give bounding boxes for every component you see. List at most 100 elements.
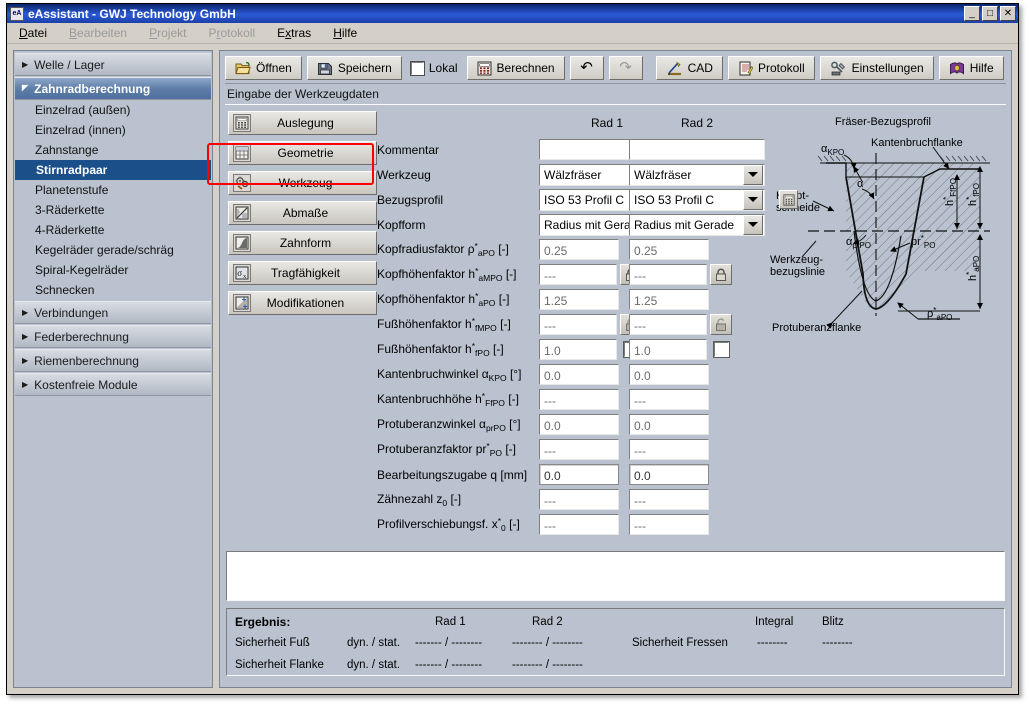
sidebar-item-7[interactable]: Kegelräder gerade/schräg (14, 240, 212, 260)
tab-abma-e[interactable]: Abmaße (228, 201, 377, 225)
input-profilverschiebungsfaktor-1[interactable]: --- (539, 514, 619, 535)
svg-text:σ: σ (237, 268, 242, 278)
sidebar-item-4[interactable]: Planetenstufe (14, 180, 212, 200)
menu-item-extras[interactable]: Extras (275, 24, 313, 42)
menu-item-datei[interactable]: Datei (17, 24, 49, 42)
sidebar-item-6[interactable]: 4-Räderkette (14, 220, 212, 240)
input-kommentar-2[interactable] (629, 139, 765, 160)
combo-kopfform-2[interactable]: Radius mit Gerade (629, 214, 765, 236)
close-button[interactable]: ✕ (1000, 6, 1016, 21)
protocol-button[interactable]: Protokoll (728, 56, 815, 80)
input-fusshoehenfaktor-fpo-1[interactable]: 1.0 (539, 339, 617, 360)
input-kantenbruchwinkel-2[interactable]: 0.0 (629, 364, 709, 385)
bezugsprofil-calculator-button[interactable] (779, 190, 798, 209)
tab-tragf-higkeit[interactable]: σxTragfähigkeit (228, 261, 377, 285)
menu-item-projekt[interactable]: Projekt (147, 24, 188, 42)
input-kopfradiusfaktor-2[interactable]: 0.25 (629, 239, 709, 260)
field-group-kantenbruchhoehe-1: --- (539, 389, 619, 410)
save-button[interactable]: Speichern (307, 56, 402, 80)
input-fusshoehenfaktor-fpo-2[interactable]: 1.0 (629, 339, 707, 360)
cad-button[interactable]: CAD (656, 56, 723, 80)
input-kopfhoehenfaktor-apo-1[interactable]: 1.25 (539, 289, 619, 310)
tab-auslegung[interactable]: Auslegung (228, 111, 377, 135)
sidebar-group-4[interactable]: ▶Riemenberechnung (15, 349, 211, 372)
input-kopfhoehenfaktor-ampo-1[interactable]: --- (539, 264, 617, 285)
results-row-rad2-1: -------- / -------- (512, 659, 583, 671)
sidebar-item-2[interactable]: Zahnstange (14, 140, 212, 160)
undo-button[interactable]: ↶ (570, 56, 604, 80)
undo-icon: ↶ (580, 61, 593, 75)
input-protuberanzwinkel-2[interactable]: 0.0 (629, 414, 709, 435)
sidebar-item-5[interactable]: 3-Räderkette (14, 200, 212, 220)
input-kantenbruchhoehe-1[interactable]: --- (539, 389, 619, 410)
chevron-down-icon[interactable] (743, 165, 763, 185)
input-kantenbruchhoehe-2[interactable]: --- (629, 389, 709, 410)
checkbox-fusshoehenfaktor-fpo-2[interactable] (714, 342, 729, 357)
tab-geometrie[interactable]: Geometrie (228, 141, 377, 165)
input-protuberanzwinkel-1[interactable]: 0.0 (539, 414, 619, 435)
panel-subtitle: Eingabe der Werkzeugdaten (225, 83, 1006, 105)
tab-werkzeug[interactable]: Werkzeug (228, 171, 377, 195)
sidebar-item-label: Einzelrad (innen) (35, 123, 126, 137)
input-kopfhoehenfaktor-apo-2[interactable]: 1.25 (629, 289, 709, 310)
input-profilverschiebungsfaktor-2[interactable]: --- (629, 514, 709, 535)
chevron-right-icon: ▶ (22, 332, 28, 341)
combo-werkzeug-2[interactable]: Wälzfräser (629, 164, 765, 186)
sidebar-group-1[interactable]: ◢Zahnradberechnung (15, 77, 211, 100)
toolbar: Öffnen Speichern Lokal (225, 55, 1006, 83)
tool-data-form: Fräser-Bezugsprofil (377, 111, 1006, 551)
maximize-button[interactable]: □ (982, 6, 998, 21)
input-fusshoehenfaktor-fmpo-1[interactable]: --- (539, 314, 617, 335)
combo-bezugsprofil-2[interactable]: ISO 53 Profil C (629, 189, 765, 211)
calculator-icon (233, 114, 251, 132)
input-protuberanzfaktor-2[interactable]: --- (629, 439, 709, 460)
input-zaehnezahl-2[interactable]: --- (629, 489, 709, 510)
lock-button-fusshoehenfaktor-fmpo-2[interactable] (710, 314, 732, 335)
form-row-kopfhoehenfaktor-apo: Kopfhöhenfaktor h*aPO [-]1.251.25 (377, 289, 1006, 310)
sidebar-item-1[interactable]: Einzelrad (innen) (14, 120, 212, 140)
menu-item-bearbeiten[interactable]: Bearbeiten (67, 24, 129, 42)
tab-zahnform[interactable]: Zahnform (228, 231, 377, 255)
sidebar-item-3[interactable]: Stirnradpaar (15, 160, 211, 180)
gear-tool-icon (233, 174, 251, 192)
label-kantenbruchwinkel: Kantenbruchwinkel αKPO [°] (377, 367, 521, 383)
input-bearbeitungszugabe-2[interactable]: 0.0 (629, 464, 709, 485)
field-group-kopfradiusfaktor-1: 0.25 (539, 239, 619, 260)
tab-modifikationen[interactable]: Modifikationen (228, 291, 377, 315)
sidebar-item-9[interactable]: Schnecken (14, 280, 212, 300)
sidebar-group-5[interactable]: ▶Kostenfreie Module (15, 373, 211, 396)
input-protuberanzfaktor-1[interactable]: --- (539, 439, 619, 460)
label-fusshoehenfaktor-fmpo: Fußhöhenfaktor h*fMPO [-] (377, 316, 511, 333)
input-kopfradiusfaktor-1[interactable]: 0.25 (539, 239, 619, 260)
calculate-button[interactable]: Berechnen (467, 56, 565, 80)
chevron-down-icon[interactable] (743, 215, 763, 235)
lokal-checkbox[interactable] (411, 62, 424, 75)
lock-button-kopfhoehenfaktor-ampo-2[interactable] (710, 264, 732, 285)
chevron-down-icon[interactable] (743, 190, 763, 210)
combo-value: ISO 53 Profil C (630, 193, 743, 207)
redo-button[interactable]: ↷ (609, 56, 643, 80)
input-bearbeitungszugabe-1[interactable]: 0.0 (539, 464, 619, 485)
sidebar-item-8[interactable]: Spiral-Kegelräder (14, 260, 212, 280)
redo-icon: ↷ (619, 61, 632, 75)
sidebar-group-2[interactable]: ▶Verbindungen (15, 301, 211, 324)
sidebar-group-3[interactable]: ▶Federberechnung (15, 325, 211, 348)
input-zaehnezahl-1[interactable]: --- (539, 489, 619, 510)
menu-item-protokoll[interactable]: Protokoll (206, 24, 257, 42)
sidebar-group-label: Kostenfreie Module (34, 378, 137, 392)
settings-button[interactable]: Einstellungen (820, 56, 934, 80)
field-group-fusshoehenfaktor-fmpo-1: --- (539, 314, 642, 335)
help-button[interactable]: Hilfe (939, 56, 1004, 80)
tools-settings-icon (830, 61, 847, 76)
input-kopfhoehenfaktor-ampo-2[interactable]: --- (629, 264, 707, 285)
sidebar-group-0[interactable]: ▶Welle / Lager (15, 53, 211, 76)
input-fusshoehenfaktor-fmpo-2[interactable]: --- (629, 314, 707, 335)
form-row-kantenbruchwinkel: Kantenbruchwinkel αKPO [°] 0.0 0.0 (377, 364, 1006, 385)
lokal-checkbox-group[interactable]: Lokal (407, 61, 462, 75)
sidebar-item-0[interactable]: Einzelrad (außen) (14, 100, 212, 120)
minimize-button[interactable]: _ (964, 6, 980, 21)
open-button[interactable]: Öffnen (225, 56, 302, 80)
form-row-bearbeitungszugabe: Bearbeitungszugabe q [mm]0.00.0 (377, 464, 1006, 485)
input-kantenbruchwinkel-1[interactable]: 0.0 (539, 364, 619, 385)
menu-item-hilfe[interactable]: Hilfe (331, 24, 359, 42)
